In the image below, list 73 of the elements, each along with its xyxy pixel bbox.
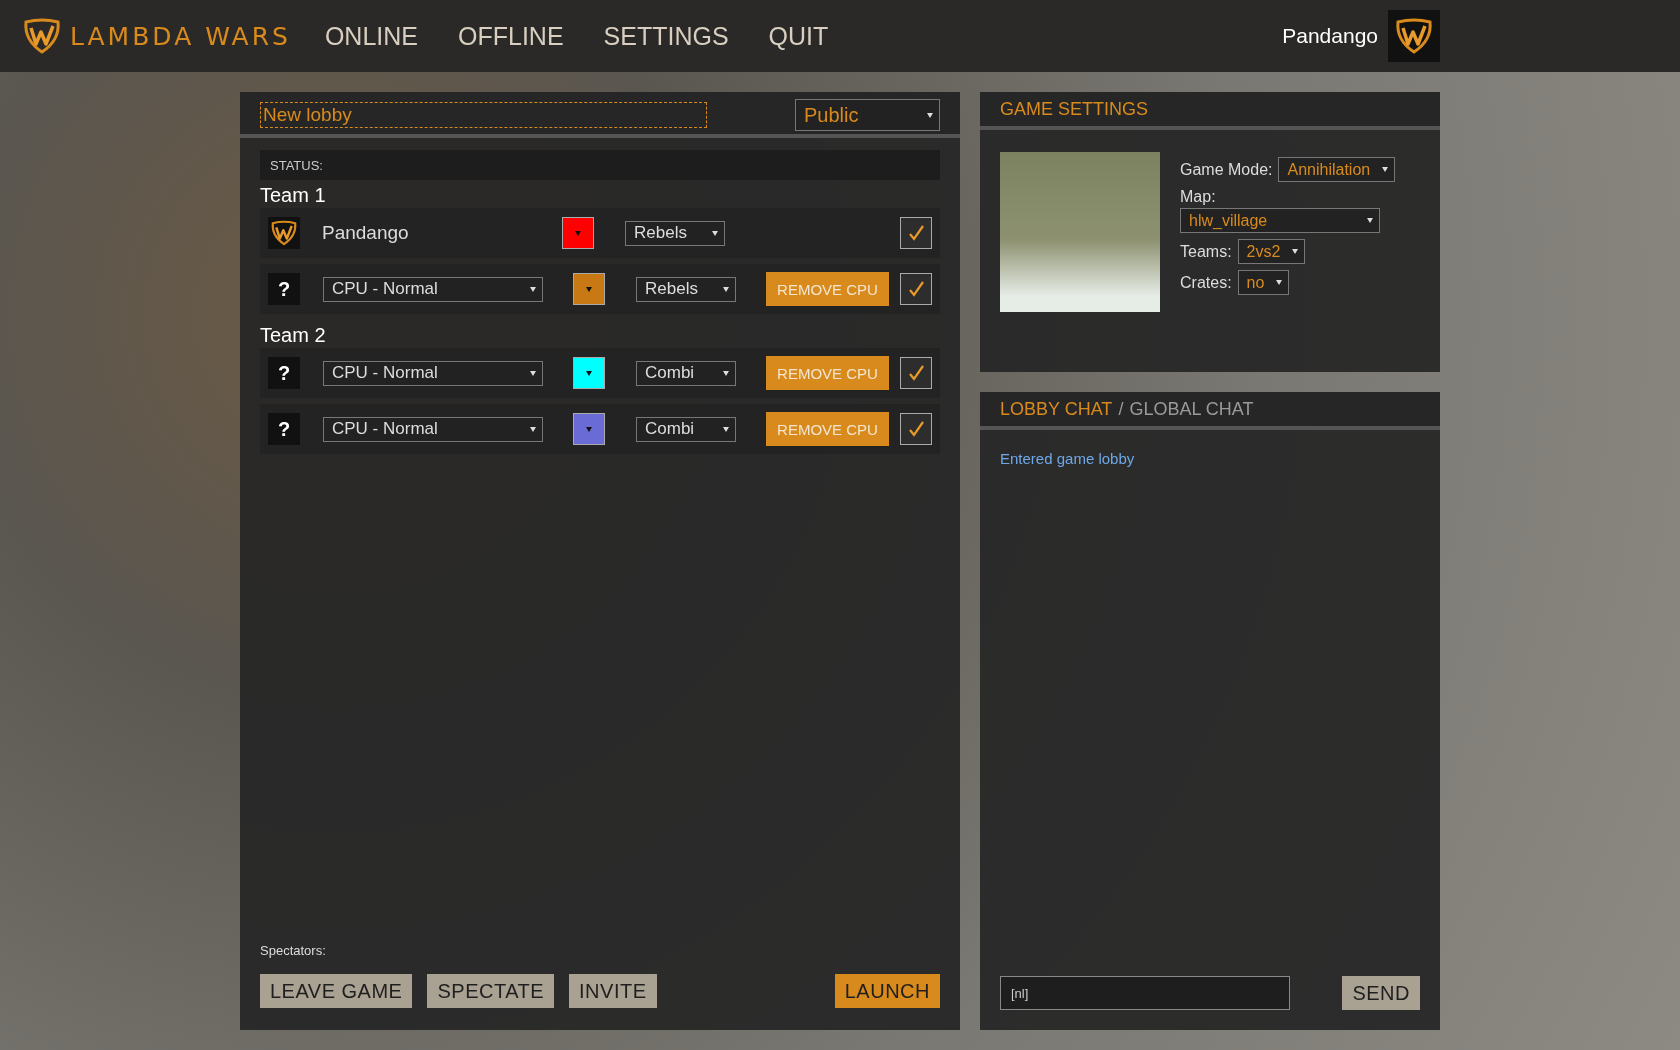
check-icon — [906, 419, 926, 439]
setting-dropdown[interactable]: hlw_village — [1180, 208, 1380, 233]
caret-icon — [1292, 249, 1299, 254]
difficulty-dropdown[interactable]: CPU - Normal — [323, 276, 543, 302]
logo-icon — [1394, 16, 1434, 56]
team-heading: Team 2 — [260, 324, 327, 347]
panel-title: GAME SETTINGS — [1000, 98, 1149, 120]
caret-icon — [586, 370, 592, 376]
caret-icon — [1382, 167, 1389, 172]
field-label: Game Mode: — [1180, 160, 1273, 179]
setting-dropdown[interactable]: no — [1237, 270, 1290, 295]
user-avatar[interactable] — [1388, 10, 1440, 62]
difficulty-dropdown[interactable]: CPU - Normal — [323, 416, 543, 442]
caret-icon — [927, 112, 933, 118]
faction-dropdown[interactable]: Combi — [636, 416, 736, 442]
caret-icon — [586, 286, 592, 292]
caret-icon — [530, 426, 536, 432]
menu-item[interactable]: QUIT — [768, 21, 829, 51]
color-swatch[interactable] — [573, 413, 605, 445]
menu-item[interactable]: OFFLINE — [458, 21, 564, 51]
caret-icon — [530, 370, 536, 376]
difficulty-dropdown[interactable]: CPU - Normal — [323, 360, 543, 386]
check-icon — [906, 363, 926, 383]
logo-icon — [22, 16, 62, 56]
ready-checkbox[interactable] — [900, 217, 932, 249]
lobby-button[interactable]: LEAVE GAME — [260, 974, 413, 1008]
send-button[interactable]: SEND — [1342, 976, 1420, 1010]
faction-dropdown[interactable]: Rebels — [636, 276, 736, 302]
unknown-avatar: ? — [268, 273, 300, 305]
check-icon — [906, 223, 926, 243]
setting-dropdown[interactable]: Annihilation — [1278, 157, 1396, 182]
player-name: Pandango — [322, 222, 410, 244]
ready-checkbox[interactable] — [900, 273, 932, 305]
unknown-avatar: ? — [268, 357, 300, 389]
caret-icon — [575, 230, 581, 236]
lobby-button[interactable]: SPECTATE — [427, 974, 555, 1008]
team-heading: Team 1 — [260, 184, 327, 207]
logo-text: LAMBDA WARS — [70, 21, 291, 51]
check-icon — [906, 279, 926, 299]
setting-dropdown[interactable]: 2vs2 — [1237, 239, 1306, 264]
caret-icon — [723, 286, 729, 292]
caret-icon — [723, 370, 729, 376]
launch-button[interactable]: LAUNCH — [834, 974, 940, 1008]
user-name: Pandango — [1282, 24, 1378, 48]
faction-dropdown[interactable]: Rebels — [625, 220, 725, 246]
ready-checkbox[interactable] — [900, 413, 932, 445]
caret-icon — [586, 426, 592, 432]
lobby-button[interactable]: INVITE — [569, 974, 657, 1008]
caret-icon — [1276, 280, 1283, 285]
faction-dropdown[interactable]: Combi — [636, 360, 736, 386]
menu-item[interactable]: SETTINGS — [603, 21, 729, 51]
caret-icon — [723, 426, 729, 432]
chat-tab[interactable]: GLOBAL CHAT — [1129, 398, 1254, 420]
status-label: STATUS: — [270, 157, 323, 173]
chat-input[interactable]: [nl] — [1000, 976, 1290, 1010]
visibility-dropdown[interactable]: Public — [795, 99, 940, 131]
ready-checkbox[interactable] — [900, 357, 932, 389]
field-label: Teams: — [1180, 242, 1232, 261]
spectators-label: Spectators: — [260, 943, 327, 958]
caret-icon — [1367, 218, 1373, 223]
chat-message: Entered game lobby — [1000, 450, 1136, 467]
color-swatch[interactable] — [573, 273, 605, 305]
chat-tab[interactable]: LOBBY CHAT — [1000, 398, 1113, 420]
field-label: Map: — [1180, 188, 1217, 206]
unknown-avatar: ? — [268, 413, 300, 445]
color-swatch[interactable] — [562, 217, 594, 249]
field-label: Crates: — [1180, 273, 1232, 292]
menu-item[interactable]: ONLINE — [324, 21, 418, 51]
color-swatch[interactable] — [573, 357, 605, 389]
caret-icon — [712, 230, 718, 236]
lobby-name-field[interactable]: New lobby — [260, 102, 707, 128]
tab-separator: / — [1118, 398, 1124, 420]
caret-icon — [530, 286, 536, 292]
